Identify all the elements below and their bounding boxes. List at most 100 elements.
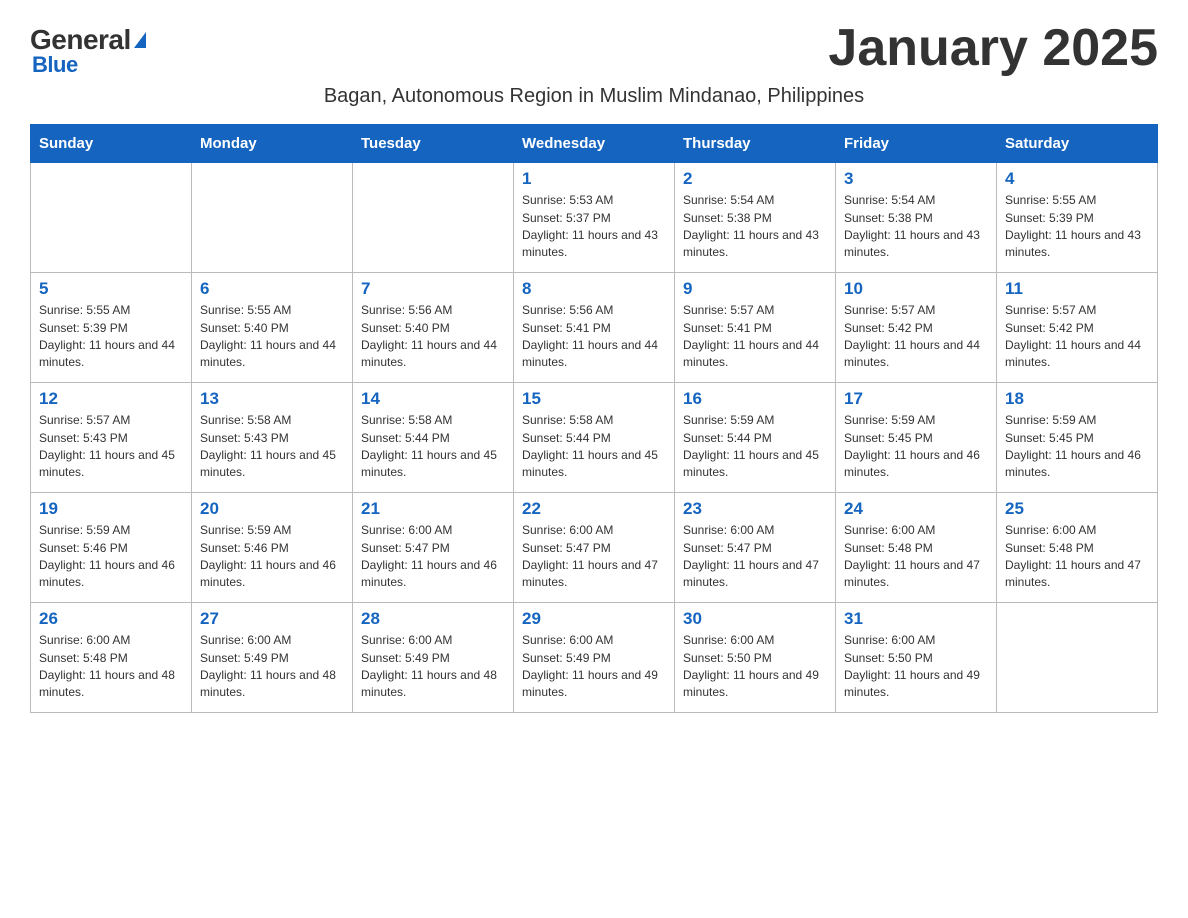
day-info: Sunrise: 6:00 AMSunset: 5:48 PMDaylight:…: [844, 522, 988, 592]
day-info: Sunrise: 5:55 AMSunset: 5:40 PMDaylight:…: [200, 302, 344, 372]
calendar-table: SundayMondayTuesdayWednesdayThursdayFrid…: [30, 124, 1158, 713]
day-cell-23: 23Sunrise: 6:00 AMSunset: 5:47 PMDayligh…: [675, 493, 836, 603]
day-number: 28: [361, 609, 505, 629]
day-number: 30: [683, 609, 827, 629]
day-number: 24: [844, 499, 988, 519]
day-number: 12: [39, 389, 183, 409]
day-cell-21: 21 Sunrise: 6:00 AMSunset: 5:47 PMDayligh…: [353, 493, 514, 603]
header-tuesday: Tuesday: [353, 125, 514, 163]
day-number: 21: [361, 499, 505, 519]
day-info: Sunrise: 5:59 AMSunset: 5:45 PMDaylight:…: [1005, 412, 1149, 482]
day-cell-11: 11Sunrise: 5:57 AMSunset: 5:42 PMDayligh…: [997, 273, 1158, 383]
day-number: 13: [200, 389, 344, 409]
day-number: 16: [683, 389, 827, 409]
day-cell-14: 14 Sunrise: 5:58 AMSunset: 5:44 PMDayligh…: [353, 383, 514, 493]
day-number: 14: [361, 389, 505, 409]
day-info: Sunrise: 5:56 AMSunset: 5:41 PMDaylight:…: [522, 302, 666, 372]
day-number: 18: [1005, 389, 1149, 409]
day-info: Sunrise: 5:58 AMSunset: 5:44 PMDaylight:…: [361, 412, 505, 482]
day-cell-27: 27 Sunrise: 6:00 AMSunset: 5:49 PMDayligh…: [192, 603, 353, 713]
day-number: 3: [844, 169, 988, 189]
week-row-2: 5 Sunrise: 5:55 AMSunset: 5:39 PMDaylight…: [31, 273, 1158, 383]
day-cell-15: 15Sunrise: 5:58 AMSunset: 5:44 PMDayligh…: [514, 383, 675, 493]
day-info: Sunrise: 5:53 AMSunset: 5:37 PMDaylight:…: [522, 192, 666, 262]
day-number: 25: [1005, 499, 1149, 519]
day-cell-5: 5 Sunrise: 5:55 AMSunset: 5:39 PMDaylight…: [31, 273, 192, 383]
day-cell-31: 31Sunrise: 6:00 AMSunset: 5:50 PMDayligh…: [836, 603, 997, 713]
day-number: 2: [683, 169, 827, 189]
day-number: 26: [39, 609, 183, 629]
day-cell-30: 30 Sunrise: 6:00 AMSunset: 5:50 PMDayligh…: [675, 603, 836, 713]
day-number: 19: [39, 499, 183, 519]
day-info: Sunrise: 5:58 AMSunset: 5:43 PMDaylight:…: [200, 412, 344, 482]
week-row-3: 12 Sunrise: 5:57 AMSunset: 5:43 PMDayligh…: [31, 383, 1158, 493]
day-cell-16: 16Sunrise: 5:59 AMSunset: 5:44 PMDayligh…: [675, 383, 836, 493]
header-thursday: Thursday: [675, 125, 836, 163]
logo: General Blue: [30, 20, 146, 76]
day-cell-6: 6 Sunrise: 5:55 AMSunset: 5:40 PMDaylight…: [192, 273, 353, 383]
empty-cell: [997, 603, 1158, 713]
day-info: Sunrise: 6:00 AMSunset: 5:47 PMDaylight:…: [361, 522, 505, 592]
day-number: 20: [200, 499, 344, 519]
day-number: 5: [39, 279, 183, 299]
day-cell-19: 19Sunrise: 5:59 AMSunset: 5:46 PMDayligh…: [31, 493, 192, 603]
header-saturday: Saturday: [997, 125, 1158, 163]
day-info: Sunrise: 6:00 AMSunset: 5:48 PMDaylight:…: [1005, 522, 1149, 592]
day-info: Sunrise: 5:57 AMSunset: 5:41 PMDaylight:…: [683, 302, 827, 372]
day-info: Sunrise: 6:00 AMSunset: 5:48 PMDaylight:…: [39, 632, 183, 702]
day-cell-25: 25 Sunrise: 6:00 AMSunset: 5:48 PMDayligh…: [997, 493, 1158, 603]
week-row-4: 19 Sunrise: 5:59 AMSunset: 5:46 PMDayligh…: [31, 493, 1158, 603]
day-info: Sunrise: 6:00 AMSunset: 5:50 PMDaylight:…: [844, 632, 988, 702]
day-cell-9: 9 Sunrise: 5:57 AMSunset: 5:41 PMDaylight…: [675, 273, 836, 383]
day-info: Sunrise: 5:57 AMSunset: 5:42 PMDaylight:…: [844, 302, 988, 372]
day-cell-8: 8 Sunrise: 5:56 AMSunset: 5:41 PMDaylight…: [514, 273, 675, 383]
day-cell-13: 13 Sunrise: 5:58 AMSunset: 5:43 PMDayligh…: [192, 383, 353, 493]
day-number: 8: [522, 279, 666, 299]
day-cell-3: 3Sunrise: 5:54 AMSunset: 5:38 PMDaylight…: [836, 163, 997, 273]
day-number: 17: [844, 389, 988, 409]
day-info: Sunrise: 6:00 AMSunset: 5:49 PMDaylight:…: [522, 632, 666, 702]
header-row: SundayMondayTuesdayWednesdayThursdayFrid…: [31, 125, 1158, 163]
day-cell-4: 4 Sunrise: 5:55 AMSunset: 5:39 PMDaylight…: [997, 163, 1158, 273]
day-number: 6: [200, 279, 344, 299]
day-cell-17: 17 Sunrise: 5:59 AMSunset: 5:45 PMDayligh…: [836, 383, 997, 493]
calendar-header: SundayMondayTuesdayWednesdayThursdayFrid…: [31, 125, 1158, 163]
logo-blue: Blue: [32, 54, 78, 76]
day-cell-29: 29 Sunrise: 6:00 AMSunset: 5:49 PMDayligh…: [514, 603, 675, 713]
page-title: January 2025: [828, 20, 1158, 77]
day-info: Sunrise: 5:55 AMSunset: 5:39 PMDaylight:…: [1005, 192, 1149, 262]
empty-cell: [192, 163, 353, 273]
day-info: Sunrise: 5:55 AMSunset: 5:39 PMDaylight:…: [39, 302, 183, 372]
day-cell-7: 7Sunrise: 5:56 AMSunset: 5:40 PMDaylight…: [353, 273, 514, 383]
day-number: 22: [522, 499, 666, 519]
day-number: 27: [200, 609, 344, 629]
week-row-5: 26 Sunrise: 6:00 AMSunset: 5:48 PMDayligh…: [31, 603, 1158, 713]
day-info: Sunrise: 6:00 AMSunset: 5:50 PMDaylight:…: [683, 632, 827, 702]
day-number: 10: [844, 279, 988, 299]
day-cell-22: 22Sunrise: 6:00 AMSunset: 5:47 PMDayligh…: [514, 493, 675, 603]
day-info: Sunrise: 6:00 AMSunset: 5:49 PMDaylight:…: [200, 632, 344, 702]
day-cell-10: 10 Sunrise: 5:57 AMSunset: 5:42 PMDayligh…: [836, 273, 997, 383]
day-number: 29: [522, 609, 666, 629]
day-cell-26: 26 Sunrise: 6:00 AMSunset: 5:48 PMDayligh…: [31, 603, 192, 713]
day-info: Sunrise: 6:00 AMSunset: 5:49 PMDaylight:…: [361, 632, 505, 702]
day-info: Sunrise: 6:00 AMSunset: 5:47 PMDaylight:…: [683, 522, 827, 592]
day-info: Sunrise: 5:57 AMSunset: 5:43 PMDaylight:…: [39, 412, 183, 482]
day-cell-1: 1 Sunrise: 5:53 AMSunset: 5:37 PMDaylight…: [514, 163, 675, 273]
day-info: Sunrise: 5:59 AMSunset: 5:45 PMDaylight:…: [844, 412, 988, 482]
day-cell-12: 12 Sunrise: 5:57 AMSunset: 5:43 PMDayligh…: [31, 383, 192, 493]
header-sunday: Sunday: [31, 125, 192, 163]
logo-triangle-icon: [134, 32, 146, 48]
day-number: 15: [522, 389, 666, 409]
day-number: 4: [1005, 169, 1149, 189]
subtitle: Bagan, Autonomous Region in Muslim Minda…: [30, 85, 1158, 108]
day-cell-24: 24 Sunrise: 6:00 AMSunset: 5:48 PMDayligh…: [836, 493, 997, 603]
day-info: Sunrise: 5:56 AMSunset: 5:40 PMDaylight:…: [361, 302, 505, 372]
day-cell-18: 18 Sunrise: 5:59 AMSunset: 5:45 PMDayligh…: [997, 383, 1158, 493]
header-friday: Friday: [836, 125, 997, 163]
day-number: 1: [522, 169, 666, 189]
day-info: Sunrise: 5:59 AMSunset: 5:46 PMDaylight:…: [200, 522, 344, 592]
day-cell-28: 28 Sunrise: 6:00 AMSunset: 5:49 PMDayligh…: [353, 603, 514, 713]
day-number: 9: [683, 279, 827, 299]
day-cell-2: 2Sunrise: 5:54 AMSunset: 5:38 PMDaylight…: [675, 163, 836, 273]
